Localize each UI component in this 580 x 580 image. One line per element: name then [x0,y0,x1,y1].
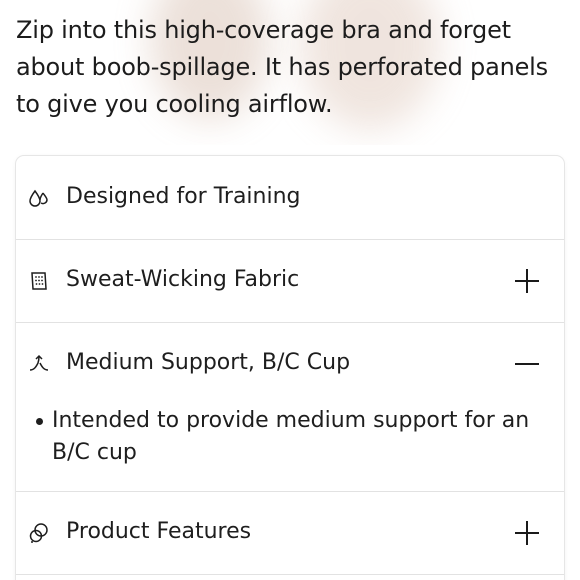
expand-plus-icon[interactable] [514,268,540,294]
expand-plus-icon[interactable] [514,520,540,546]
product-description: Zip into this high-coverage bra and forg… [16,16,548,118]
accordion-item-sweat-wicking-fabric[interactable]: Sweat-Wicking Fabric [16,239,564,323]
accordion-item-label: Sweat-Wicking Fabric [66,267,300,292]
details-list-item: Intended to provide medium support for a… [52,408,530,465]
accordion-item-product-features[interactable]: Product Features [16,491,564,575]
fabric-swatch-icon [31,272,47,290]
product-details-accordion: Designed for Training Sweat-Wicking Fabr… [16,156,564,580]
bullet-icon [36,418,43,425]
features-icon [29,523,48,543]
collapse-minus-icon[interactable] [514,351,540,377]
accordion-item-label: Product Features [66,519,252,544]
product-page: Zip into this high-coverage bra and forg… [0,0,580,580]
support-lift-icon [29,354,49,371]
accordion-item-details: Intended to provide medium support for a… [16,405,564,492]
accordion-item-label: Designed for Training [66,184,301,209]
accordion-item-medium-support[interactable]: Medium Support, B/C Cup [16,322,564,405]
accordion-item-designed-for-training[interactable]: Designed for Training [16,156,564,240]
accordion-item-label: Medium Support, B/C Cup [66,350,351,375]
droplets-icon [29,189,48,207]
